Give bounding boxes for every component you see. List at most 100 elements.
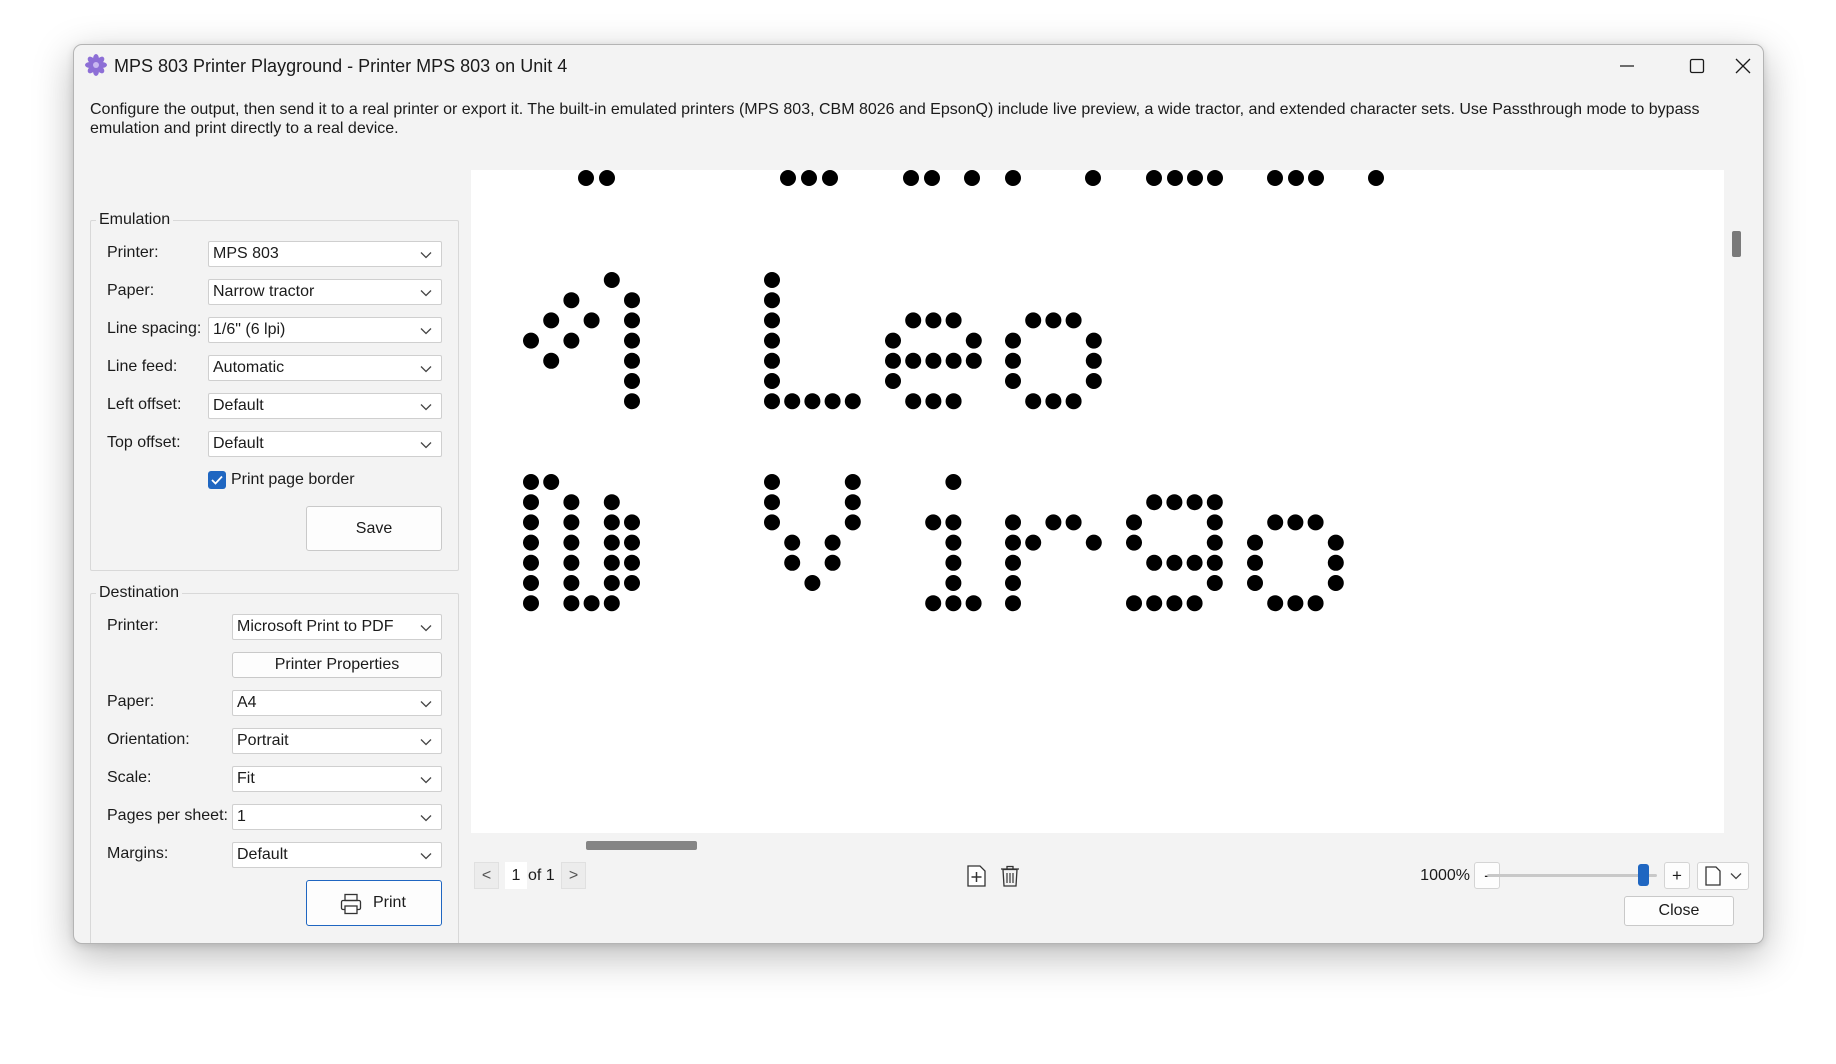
zoom-slider-thumb[interactable] — [1637, 864, 1649, 886]
description-text: Configure the output, then send it to a … — [90, 101, 1700, 137]
print-preview[interactable] — [471, 170, 1724, 833]
printer-dot — [1206, 534, 1223, 551]
top-offset-value: Default — [213, 435, 264, 452]
maximize-button[interactable] — [1662, 45, 1732, 87]
emulation-paper-select[interactable]: Narrow tractor — [208, 279, 442, 305]
printer-dot — [1005, 595, 1021, 612]
checkbox-box[interactable] — [208, 471, 226, 489]
printer-dot — [1207, 170, 1223, 186]
printer-dot — [925, 595, 942, 612]
margins-select[interactable]: Default — [232, 842, 442, 868]
printer-dot — [885, 352, 901, 369]
printer-properties-button[interactable]: Printer Properties — [232, 652, 442, 678]
orientation-value: Portrait — [237, 732, 289, 749]
printer-dot — [1327, 575, 1344, 591]
printer-dot — [1166, 595, 1183, 612]
printer-dot — [764, 474, 780, 490]
printer-dot — [764, 272, 780, 288]
printer-dot — [905, 393, 922, 410]
printer-dot — [624, 575, 640, 591]
vertical-scrollbar-thumb[interactable] — [1732, 231, 1741, 257]
printer-dot — [764, 332, 780, 349]
previous-page-button[interactable]: < — [474, 862, 499, 889]
printer-dot — [1065, 514, 1082, 531]
printer-dot — [1045, 312, 1062, 329]
print-button-label: Print — [373, 894, 406, 911]
printer-dot — [764, 494, 780, 511]
printer-dot — [965, 595, 982, 612]
printer-dot — [523, 575, 539, 591]
printer-dot — [945, 352, 962, 369]
emulation-printer-select[interactable]: MPS 803 — [208, 241, 442, 267]
scale-select[interactable]: Fit — [232, 766, 442, 792]
printer-dot — [764, 393, 780, 410]
main-window: MPS 803 Printer Playground - Printer MPS… — [73, 44, 1764, 944]
printer-dot — [1247, 534, 1263, 551]
destination-paper-select[interactable]: A4 — [232, 690, 442, 716]
printer-dot — [1005, 575, 1021, 591]
zoom-in-button[interactable]: + — [1664, 862, 1690, 889]
printer-dot — [1267, 170, 1283, 186]
printer-dot — [1247, 575, 1263, 591]
printer-dot — [1005, 170, 1021, 186]
destination-printer-value: Microsoft Print to PDF — [237, 618, 394, 635]
printer-dot — [945, 393, 962, 410]
destination-group: Destination Printer: Microsoft Print to … — [90, 584, 459, 943]
top-offset-select[interactable]: Default — [208, 431, 442, 457]
minimize-button[interactable] — [1592, 45, 1662, 87]
printer-dot — [523, 514, 539, 531]
chevron-down-icon — [420, 625, 432, 632]
top-offset-label: Top offset: — [107, 434, 181, 451]
horizontal-scrollbar-thumb[interactable] — [586, 841, 697, 850]
printer-dot — [1166, 494, 1183, 511]
printer-dot — [764, 292, 780, 309]
chevron-down-icon — [420, 442, 432, 449]
pages-per-sheet-select[interactable]: 1 — [232, 804, 442, 830]
line-spacing-select[interactable]: 1/6" (6 lpi) — [208, 317, 442, 343]
line-feed-select[interactable]: Automatic — [208, 355, 442, 381]
printer-dot — [925, 312, 942, 329]
printer-dot — [925, 352, 942, 369]
save-button[interactable]: Save — [306, 506, 442, 551]
page-size-dropdown[interactable] — [1697, 862, 1749, 890]
left-offset-select[interactable]: Default — [208, 393, 442, 419]
printer-dot — [603, 514, 620, 531]
printer-dot — [523, 534, 539, 551]
printer-dot — [784, 554, 801, 571]
zoom-slider[interactable] — [1487, 874, 1657, 877]
chevron-down-icon — [420, 777, 432, 784]
close-button[interactable]: Close — [1624, 896, 1734, 926]
printer-dot — [1288, 170, 1304, 186]
printer-dot — [764, 373, 780, 389]
destination-printer-select[interactable]: Microsoft Print to PDF — [232, 614, 442, 640]
printer-dot — [945, 514, 962, 531]
next-page-button[interactable]: > — [561, 862, 586, 889]
print-button[interactable]: Print — [306, 880, 442, 926]
printer-dot — [822, 170, 838, 186]
printer-dot — [624, 514, 640, 531]
title-bar: MPS 803 Printer Playground - Printer MPS… — [74, 45, 1763, 87]
print-page-border-label: Print page border — [231, 471, 355, 488]
printer-dot — [784, 393, 801, 410]
printer-dot — [603, 494, 620, 511]
printer-dot — [599, 170, 615, 186]
chevron-down-icon — [420, 404, 432, 411]
add-page-button[interactable] — [962, 862, 990, 890]
delete-page-button[interactable] — [996, 862, 1024, 890]
printer-dot — [1085, 170, 1101, 186]
checkmark-icon — [211, 475, 223, 485]
printer-dot — [1005, 514, 1021, 531]
printer-dot — [543, 312, 560, 329]
page-count-label: of 1 — [528, 867, 555, 884]
printer-dot — [563, 554, 580, 571]
printer-dot — [1025, 312, 1042, 329]
line-feed-label: Line feed: — [107, 358, 178, 375]
orientation-select[interactable]: Portrait — [232, 728, 442, 754]
printer-dot — [1187, 170, 1203, 186]
close-window-button[interactable] — [1732, 45, 1763, 87]
maximize-icon — [1689, 58, 1705, 74]
page-number-input[interactable]: 1 — [505, 862, 527, 889]
printer-dot — [1045, 514, 1062, 531]
printer-dot — [624, 352, 640, 369]
emulation-group: Emulation Printer: MPS 803 Paper: Narrow… — [90, 211, 459, 571]
